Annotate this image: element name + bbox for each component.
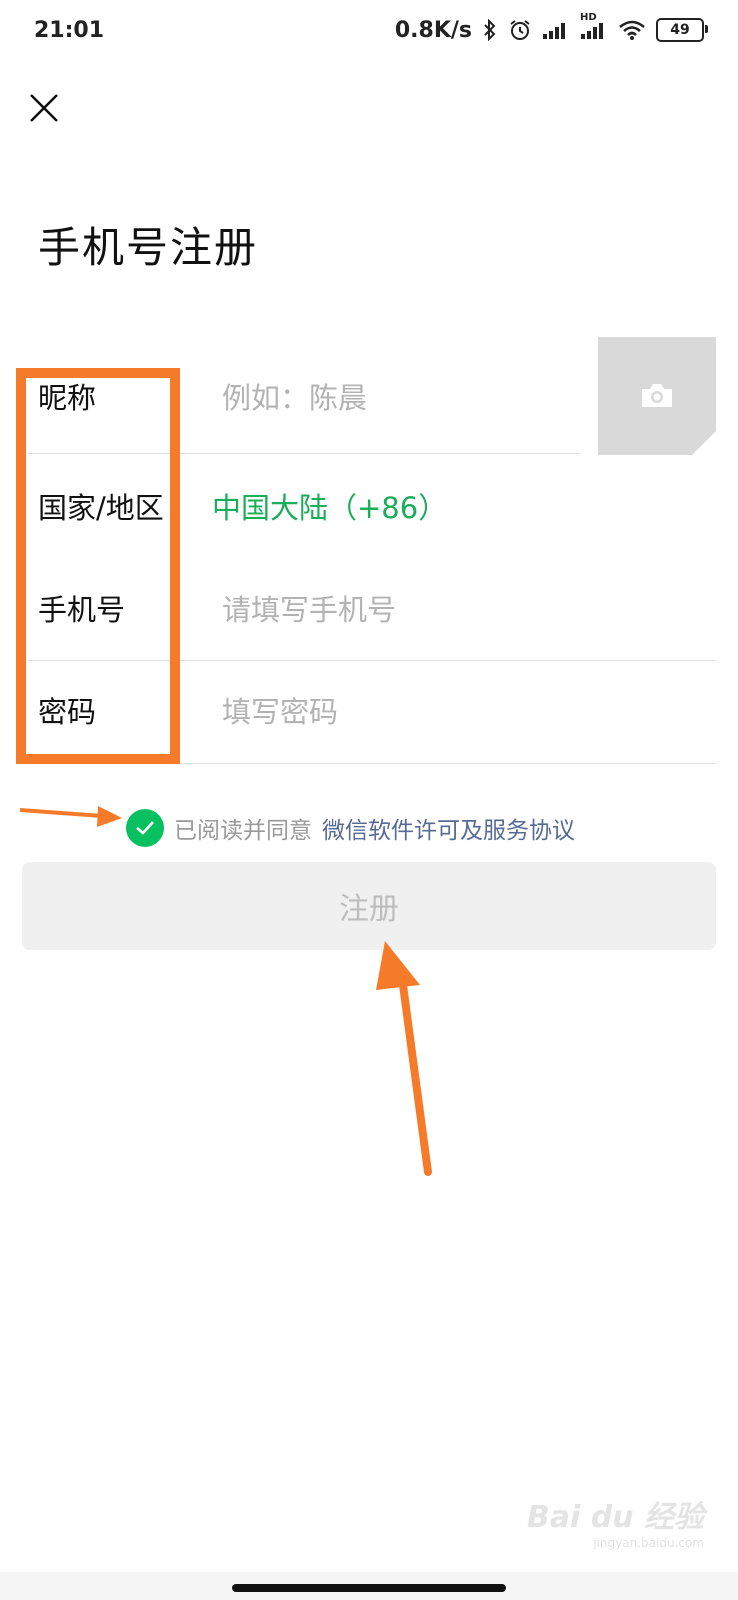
arrow-to-checkbox xyxy=(19,806,122,827)
watermark-logo-text: Bai du 经验 xyxy=(526,1500,704,1535)
arrow-to-register xyxy=(376,941,432,1176)
watermark: Bai du 经验 jingyan.baidu.com xyxy=(527,1492,704,1550)
watermark-url: jingyan.baidu.com xyxy=(593,1536,704,1550)
annotation-arrows xyxy=(19,806,432,1176)
home-indicator[interactable] xyxy=(232,1584,506,1592)
